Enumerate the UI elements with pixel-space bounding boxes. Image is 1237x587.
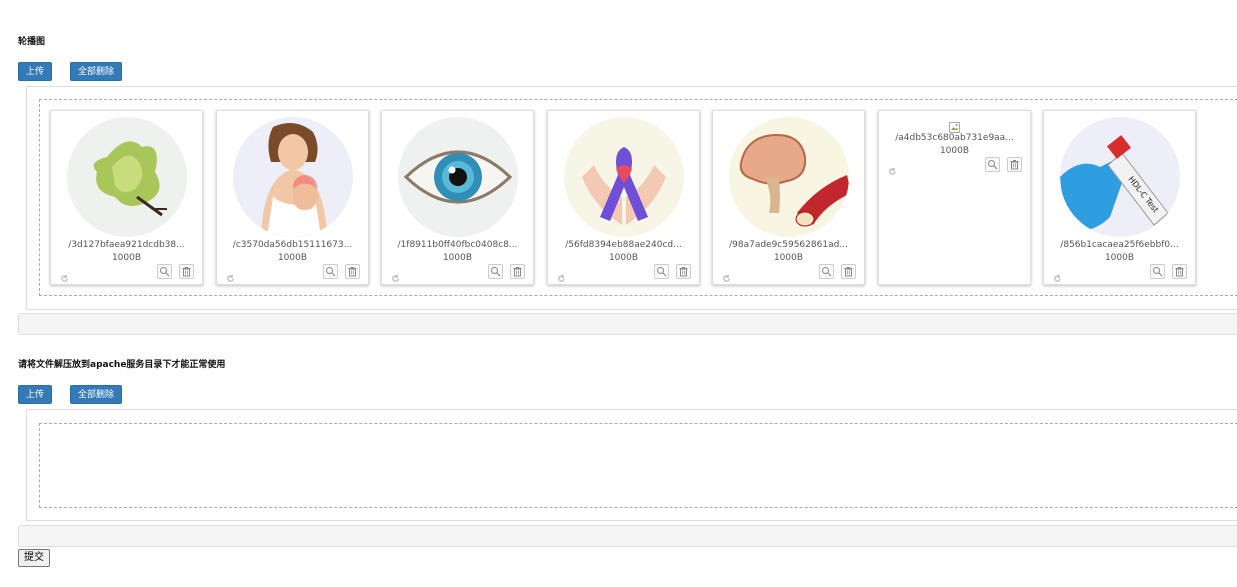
rotate-icon[interactable]	[1053, 268, 1062, 287]
woman-chest-pain-image	[233, 117, 353, 237]
thumbnail-card: /56fd8394eb88ae240cd... 1000B	[547, 110, 700, 285]
file-size: 1000B	[277, 253, 308, 263]
files-progress-bar	[18, 525, 1237, 547]
file-name: /3d127bfaea921dcdb38...	[68, 240, 185, 250]
files-panel	[26, 409, 1237, 521]
file-name: /1f8911b0ff40fbc0408c8...	[397, 240, 518, 250]
rotate-icon[interactable]	[722, 268, 731, 287]
thumbnail-card: /a4db53c680ab731e9aa... 1000B	[878, 110, 1031, 285]
carousel-dropzone[interactable]: /3d127bfaea921dcdb38... 1000B /c3570da56…	[39, 99, 1237, 296]
file-size: 1000B	[111, 253, 142, 263]
trash-icon[interactable]	[179, 264, 194, 279]
file-size: 1000B	[442, 253, 473, 263]
file-name: /c3570da56db15111673...	[232, 240, 353, 250]
submit-button[interactable]: 提交	[18, 549, 50, 567]
carousel-delete-all-button[interactable]: 全部删除	[70, 62, 123, 81]
brain-artery-image	[729, 117, 849, 237]
files-title: 请将文件解压放到apache服务目录下才能正常使用	[18, 360, 226, 370]
trash-icon[interactable]	[345, 264, 360, 279]
zoom-icon[interactable]	[323, 264, 338, 279]
files-upload-button[interactable]: 上传	[18, 385, 53, 404]
file-size: 1000B	[939, 146, 970, 156]
zoom-icon[interactable]	[654, 264, 669, 279]
rotate-icon[interactable]	[557, 268, 566, 287]
trash-icon[interactable]	[1172, 264, 1187, 279]
carousel-progress-bar	[18, 313, 1237, 335]
trash-icon[interactable]	[1007, 157, 1022, 172]
thumbnail-card: /1f8911b0ff40fbc0408c8... 1000B	[381, 110, 534, 285]
magnolia-flower-image	[67, 117, 187, 237]
carousel-upload-button[interactable]: 上传	[18, 62, 53, 81]
files-dropzone[interactable]	[39, 423, 1237, 508]
file-name: /56fd8394eb88ae240cd...	[565, 240, 682, 250]
file-name: /98a7ade9c59562861ad...	[729, 240, 848, 250]
zoom-icon[interactable]	[985, 157, 1000, 172]
trash-icon[interactable]	[510, 264, 525, 279]
file-name: /856b1cacaea25f6ebbf0...	[1060, 240, 1179, 250]
rotate-icon[interactable]	[60, 268, 69, 287]
carousel-panel: /3d127bfaea921dcdb38... 1000B /c3570da56…	[26, 86, 1237, 310]
file-size: 1000B	[1104, 253, 1135, 263]
files-delete-all-button[interactable]: 全部删除	[70, 385, 123, 404]
hdl-c-test-tube-image: HDL-C Test	[1060, 117, 1180, 237]
thumbnail-card: /c3570da56db15111673... 1000B	[216, 110, 369, 285]
carousel-title: 轮播图	[18, 37, 46, 47]
file-size: 1000B	[773, 253, 804, 263]
zoom-icon[interactable]	[1150, 264, 1165, 279]
eye-image	[398, 117, 518, 237]
trash-icon[interactable]	[841, 264, 856, 279]
hands-ribbon-image	[564, 117, 684, 237]
file-name: /a4db53c680ab731e9aa...	[895, 133, 1014, 143]
trash-icon[interactable]	[676, 264, 691, 279]
zoom-icon[interactable]	[819, 264, 834, 279]
zoom-icon[interactable]	[488, 264, 503, 279]
rotate-icon[interactable]	[391, 268, 400, 287]
zoom-icon[interactable]	[157, 264, 172, 279]
rotate-icon[interactable]	[226, 268, 235, 287]
thumbnail-card: /3d127bfaea921dcdb38... 1000B	[50, 110, 203, 285]
thumbnail-card: HDL-C Test /856b1cacaea25f6ebbf0... 1000…	[1043, 110, 1196, 285]
thumbnail-card: /98a7ade9c59562861ad... 1000B	[712, 110, 865, 285]
rotate-icon[interactable]	[888, 161, 897, 180]
file-size: 1000B	[608, 253, 639, 263]
